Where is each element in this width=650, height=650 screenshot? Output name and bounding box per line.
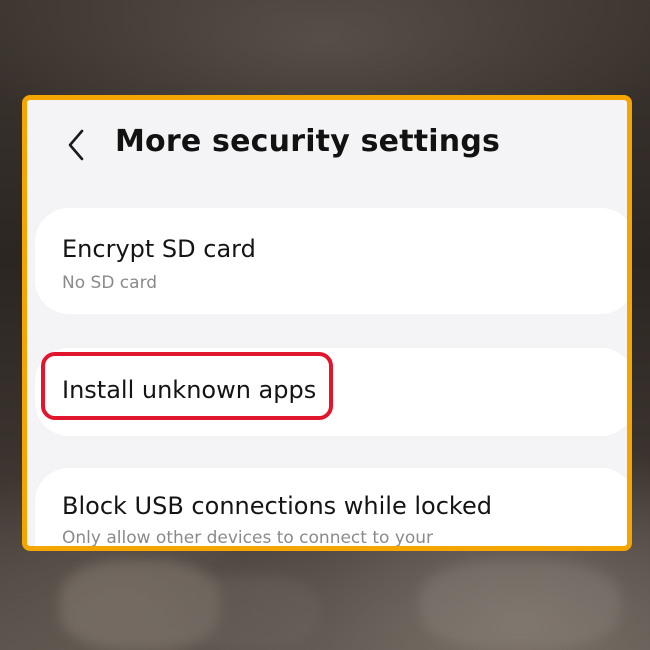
setting-subtitle: Only allow other devices to connect to y… <box>62 528 434 548</box>
chevron-left-icon[interactable] <box>65 128 89 162</box>
background-blur-shape <box>420 560 620 650</box>
background-blur-shape <box>180 575 320 650</box>
setting-title: Block USB connections while locked <box>62 492 492 520</box>
install-unknown-apps-item[interactable]: Install unknown apps <box>35 348 627 436</box>
screenshot-frame: More security settings Encrypt SD card N… <box>22 95 632 551</box>
setting-title: Encrypt SD card <box>62 235 256 263</box>
encrypt-sd-card-item[interactable]: Encrypt SD card No SD card <box>35 208 627 314</box>
page-title: More security settings <box>115 124 501 159</box>
setting-subtitle: No SD card <box>62 273 158 293</box>
app-header: More security settings <box>27 100 627 190</box>
block-usb-connections-item[interactable]: Block USB connections while locked Only … <box>35 468 627 548</box>
setting-title: Install unknown apps <box>62 376 317 404</box>
